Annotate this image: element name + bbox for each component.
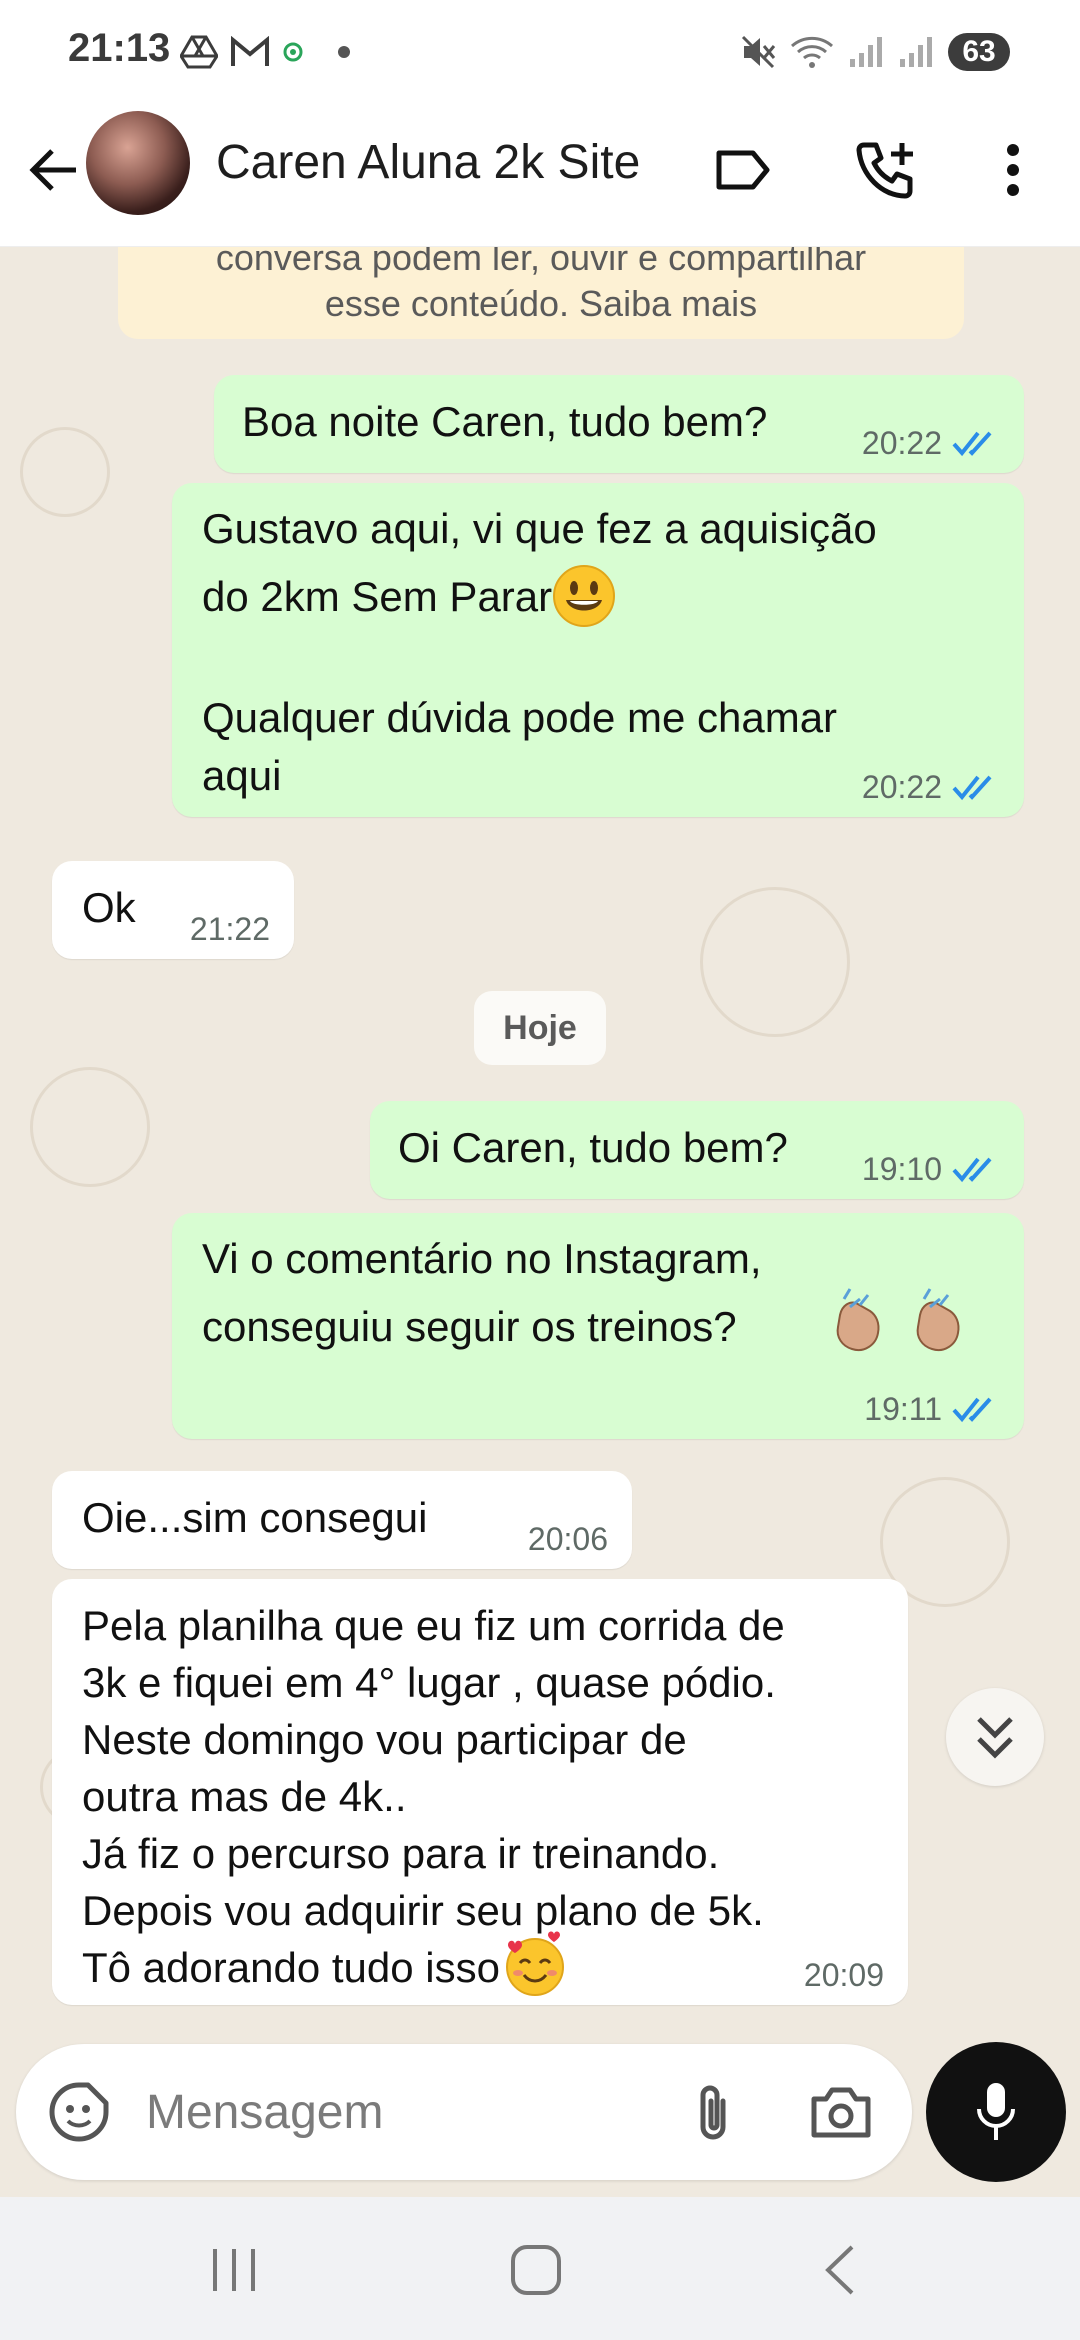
message-bubble-outgoing[interactable]: Gustavo aqui, vi que fez a aquisição do … xyxy=(172,483,1024,817)
smiley-emoji-icon xyxy=(553,564,616,627)
message-text: Ok xyxy=(82,884,136,931)
message-text: Vi o comentário no Instagram, conseguiu … xyxy=(202,1235,762,1350)
message-time: 20:06 xyxy=(527,1521,608,1557)
message-input[interactable] xyxy=(144,2074,664,2150)
message-text-part: Gustavo aqui, vi que fez a aquisição do … xyxy=(202,505,877,620)
contact-name[interactable]: Caren Aluna 2k Site xyxy=(216,135,640,190)
home-icon xyxy=(511,2245,561,2295)
home-button[interactable] xyxy=(496,2235,576,2305)
message-meta: 21:22 xyxy=(190,911,270,947)
double-chevron-down-icon xyxy=(977,1717,1013,1759)
message-bubble-outgoing[interactable]: Oi Caren, tudo bem? 19:10 xyxy=(370,1101,1024,1199)
message-meta: 20:22 xyxy=(862,425,1000,461)
chat-header: Caren Aluna 2k Site xyxy=(0,105,1080,247)
nav-back-button[interactable] xyxy=(800,2235,880,2305)
message-bubble-outgoing[interactable]: Vi o comentário no Instagram, conseguiu … xyxy=(172,1213,1024,1439)
message-time: 20:22 xyxy=(861,769,942,805)
signal-2-icon xyxy=(900,37,932,67)
message-meta: 20:22 xyxy=(862,769,1000,805)
message-time: 20:22 xyxy=(861,425,942,461)
nav-back-icon xyxy=(825,2245,854,2295)
date-separator: Hoje xyxy=(474,991,606,1065)
notice-line-1: conversa podem ler, ouvir e compartilhar xyxy=(215,247,867,278)
camera-icon xyxy=(811,2087,871,2138)
recent-apps-icon xyxy=(213,2249,255,2291)
wallpaper-doodle xyxy=(20,427,110,517)
message-text-part: Pela planilha que eu fiz um corrida de 3… xyxy=(82,1602,785,1991)
message-time: 19:10 xyxy=(861,1151,942,1187)
gmail-icon xyxy=(231,36,269,66)
message-meta: 19:11 xyxy=(864,1391,1000,1427)
wallpaper-doodle xyxy=(30,1067,150,1187)
message-time: 19:11 xyxy=(864,1391,942,1427)
message-meta: 20:06 xyxy=(528,1521,608,1557)
mute-icon xyxy=(741,35,776,69)
clapping-emoji-group xyxy=(826,1285,974,1357)
back-button[interactable] xyxy=(18,135,88,205)
contact-avatar[interactable] xyxy=(86,111,190,215)
more-vert-icon xyxy=(1007,144,1019,196)
clapping-hands-emoji-icon xyxy=(916,1288,960,1351)
status-bar: 21:13 63 xyxy=(0,0,1080,105)
message-composer xyxy=(16,2044,912,2180)
message-bubble-incoming[interactable]: Ok 21:22 xyxy=(52,861,294,959)
status-time: 21:13 xyxy=(68,26,171,70)
voice-message-button[interactable] xyxy=(926,2042,1066,2182)
sticker-button[interactable] xyxy=(44,2077,114,2147)
back-arrow-icon xyxy=(29,149,76,191)
sticker-icon xyxy=(49,2082,109,2142)
drive-icon xyxy=(180,35,218,69)
message-text: Oie...sim consegui xyxy=(82,1494,428,1541)
label-icon xyxy=(716,150,770,190)
camera-button[interactable] xyxy=(806,2077,876,2147)
message-bubble-incoming[interactable]: Pela planilha que eu fiz um corrida de 3… xyxy=(52,1579,908,2005)
read-receipt-icon xyxy=(952,431,992,457)
add-call-icon xyxy=(856,142,913,199)
wifi-icon xyxy=(791,36,833,68)
message-text: Boa noite Caren, tudo bem? xyxy=(242,398,768,445)
smiling-face-with-hearts-emoji-icon xyxy=(505,1931,564,1996)
message-bubble-outgoing[interactable]: Boa noite Caren, tudo bem? 20:22 xyxy=(214,375,1024,473)
message-text: Gustavo aqui, vi que fez a aquisição do … xyxy=(202,495,877,631)
attach-icon xyxy=(700,2085,726,2140)
signal-icon xyxy=(850,37,882,67)
more-notifications-dot-icon xyxy=(338,46,350,58)
chat-area[interactable]: conversa podem ler, ouvir e compartilhar… xyxy=(0,247,1080,2197)
encryption-notice[interactable]: conversa podem ler, ouvir e compartilhar… xyxy=(118,247,964,339)
add-call-button[interactable] xyxy=(852,135,922,205)
message-time: 21:22 xyxy=(189,911,270,947)
battery-indicator: 63 xyxy=(948,33,1010,71)
message-time: 20:09 xyxy=(803,1957,884,1993)
message-meta: 19:10 xyxy=(862,1151,1000,1187)
read-receipt-icon xyxy=(952,1157,992,1183)
notice-line-2: esse conteúdo. Saiba mais xyxy=(324,283,758,324)
scroll-to-bottom-button[interactable] xyxy=(946,1688,1044,1786)
message-meta: 20:09 xyxy=(804,1957,884,1993)
system-icons: 63 xyxy=(740,30,1010,74)
attach-button[interactable] xyxy=(678,2077,748,2147)
wallpaper-doodle xyxy=(700,887,850,1037)
label-button[interactable] xyxy=(708,135,778,205)
message-text: Oi Caren, tudo bem? xyxy=(398,1124,788,1171)
notification-icons xyxy=(180,32,356,72)
clapping-hands-emoji-icon xyxy=(836,1288,880,1351)
more-options-button[interactable] xyxy=(978,135,1048,205)
message-text: Pela planilha que eu fiz um corrida de 3… xyxy=(82,1597,785,1999)
message-bubble-incoming[interactable]: Oie...sim consegui 20:06 xyxy=(52,1471,632,1569)
read-receipt-icon xyxy=(952,1397,992,1423)
read-receipt-icon xyxy=(952,775,992,801)
mic-icon xyxy=(977,2083,1015,2140)
recent-apps-button[interactable] xyxy=(194,2235,274,2305)
message-text: Qualquer dúvida pode me chamar aqui xyxy=(202,694,838,799)
location-icon xyxy=(283,42,303,62)
system-navigation-bar xyxy=(0,2197,1080,2340)
